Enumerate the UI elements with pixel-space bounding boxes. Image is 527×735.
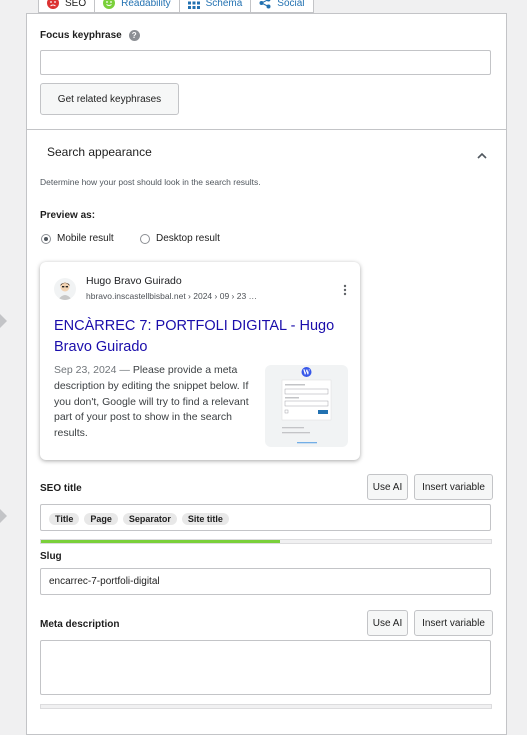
readability-status-icon — [103, 0, 116, 9]
seo-title-editor[interactable]: Title Page Separator Site title — [40, 504, 491, 531]
svg-text:W: W — [302, 370, 310, 377]
search-appearance-title: Search appearance — [47, 145, 152, 159]
meta-description-editor[interactable] — [40, 640, 491, 695]
variable-chip[interactable]: Separator — [122, 513, 177, 525]
serp-url: hbravo.inscastellbisbal.net › 2024 › 09 … — [86, 291, 258, 301]
tab-label: SEO — [65, 0, 87, 9]
search-appearance-description: Determine how your post should look in t… — [40, 177, 261, 187]
serp-site-name: Hugo Bravo Guirado — [86, 275, 182, 287]
tab-seo[interactable]: SEO — [38, 0, 96, 13]
radio-desktop-result[interactable]: Desktop result — [140, 233, 220, 244]
chevron-up-icon — [477, 147, 487, 165]
seo-title-insert-variable-button[interactable]: Insert variable — [414, 474, 493, 500]
serp-date: Sep 23, 2024 — [54, 364, 117, 376]
meta-description-insert-variable-button[interactable]: Insert variable — [414, 610, 493, 636]
metabox-tabs: SEO Readability Schema Social — [38, 0, 314, 14]
seo-metabox-panel: Focus keyphrase? Get related keyphrases … — [26, 13, 507, 735]
tab-label: Readability — [121, 0, 171, 9]
tab-label: Schema — [205, 0, 243, 9]
tab-social[interactable]: Social — [250, 0, 314, 13]
seo-title-use-ai-button[interactable]: Use AI — [367, 474, 408, 500]
variable-chip[interactable]: Page — [84, 513, 118, 525]
focus-keyphrase-input[interactable] — [40, 50, 491, 75]
focus-keyphrase-label: Focus keyphrase? — [40, 30, 140, 41]
serp-thumbnail-image: W — [265, 365, 348, 447]
seo-title-progress-bar — [40, 539, 492, 544]
variable-chip[interactable]: Title — [49, 513, 80, 525]
serp-dash: — — [119, 364, 130, 376]
radio-button-selected[interactable] — [41, 233, 51, 244]
tab-label: Social — [277, 0, 305, 9]
meta-description-label: Meta description — [40, 619, 120, 630]
tab-readability[interactable]: Readability — [94, 0, 180, 13]
meta-description-use-ai-button[interactable]: Use AI — [367, 610, 408, 636]
seo-status-icon — [47, 0, 59, 9]
share-icon — [259, 0, 271, 9]
schema-grid-icon — [187, 0, 200, 9]
more-vertical-icon[interactable] — [343, 283, 347, 301]
serp-title[interactable]: ENCÀRREC 7: PORTFOLI DIGITAL - Hugo Brav… — [54, 316, 344, 358]
slug-label: Slug — [40, 551, 62, 562]
tab-schema[interactable]: Schema — [178, 0, 252, 13]
seo-title-label: SEO title — [40, 483, 82, 494]
help-icon[interactable]: ? — [128, 30, 140, 41]
sidebar-caret — [0, 314, 7, 328]
variable-chip[interactable]: Site title — [181, 513, 229, 525]
preview-as-label: Preview as: — [40, 210, 96, 221]
google-preview-card: Hugo Bravo Guirado hbravo.inscastellbisb… — [40, 262, 360, 460]
radio-button[interactable] — [140, 233, 150, 244]
seo-title-progress-fill — [41, 540, 280, 543]
site-favicon-icon — [54, 278, 76, 300]
serp-snippet: Sep 23, 2024 — Please provide a meta des… — [54, 363, 256, 442]
search-appearance-toggle[interactable]: Search appearance — [27, 130, 506, 174]
sidebar-caret — [0, 509, 7, 523]
get-related-keyphrases-button[interactable]: Get related keyphrases — [40, 83, 179, 115]
slug-input[interactable] — [40, 568, 491, 595]
radio-mobile-result[interactable]: Mobile result — [41, 233, 114, 244]
meta-description-progress-bar — [40, 704, 492, 709]
